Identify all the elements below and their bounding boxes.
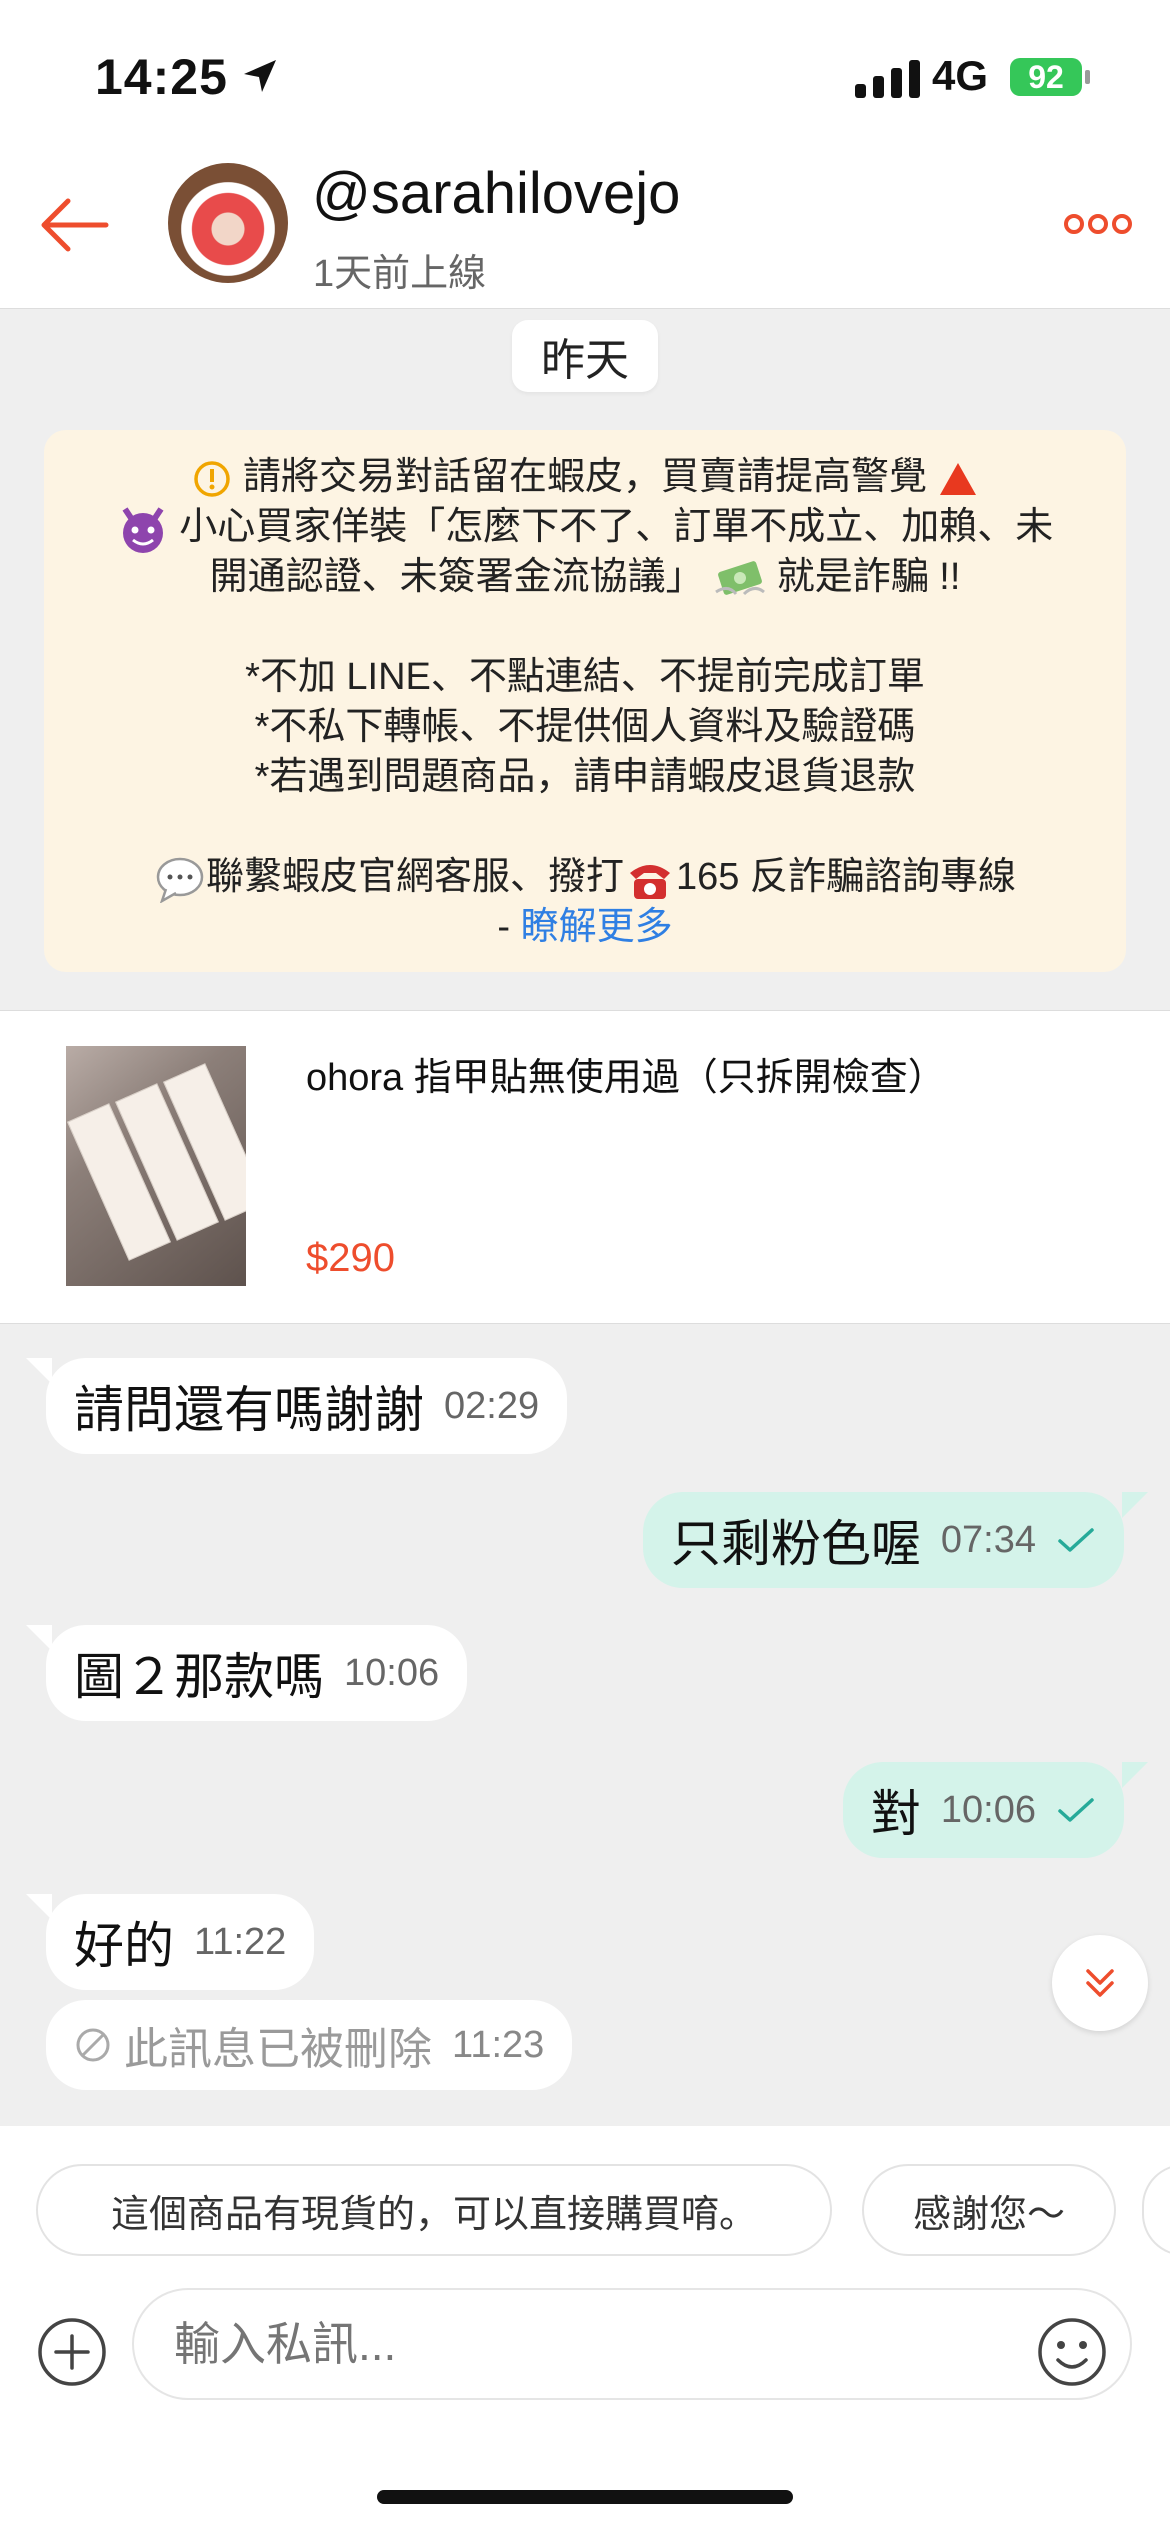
warning-circle-icon (194, 461, 231, 497)
product-image[interactable] (66, 1046, 246, 1286)
bubble-tail (26, 1625, 52, 1651)
message-input[interactable] (132, 2288, 1132, 2400)
battery-tip (1085, 70, 1090, 84)
quick-reply-chip[interactable]: 感謝您～ (862, 2164, 1116, 2256)
bubble-tail (1122, 1762, 1148, 1788)
avatar[interactable] (168, 163, 288, 283)
warning-line-3-end: 就是詐騙 !! (776, 556, 961, 598)
message-time: 10:06 (344, 1651, 440, 1694)
message-bubble-incoming[interactable]: 好的 11:22 (46, 1894, 315, 1990)
message-time: 07:34 (940, 1518, 1036, 1561)
bubble-tail (1122, 1492, 1148, 1518)
date-separator: 昨天 (512, 320, 658, 392)
network-type: 4G (932, 52, 989, 99)
scam-warning-card: 請將交易對話留在蝦皮，買賣請提高警覺 小心買家佯裝「怎麼下不了、訂單不成立、加賴… (44, 430, 1126, 972)
back-arrow-icon[interactable] (38, 195, 110, 260)
more-options-icon[interactable] (1062, 210, 1134, 243)
message-text: 請問還有嗎謝謝 (74, 1382, 424, 1438)
message-text: 圖２那款嗎 (74, 1649, 324, 1705)
message-text: 只剩粉色喔 (670, 1516, 921, 1572)
message-text: 好的 (74, 1918, 174, 1974)
red-triangle-icon (939, 462, 976, 495)
deleted-message-bubble[interactable]: 此訊息已被刪除 11:23 (46, 2000, 573, 2090)
warning-tip-2: *不私下轉帳、不提供個人資料及驗證碼 (254, 706, 916, 748)
blocked-icon (76, 2028, 110, 2062)
message-text: 對 (870, 1786, 921, 1842)
message-text: 此訊息已被刪除 (124, 2025, 432, 2074)
message-time: 11:23 (452, 2023, 545, 2066)
product-price: $290 (306, 1236, 395, 1280)
warning-tip-3: *若遇到問題商品，請申請蝦皮退貨退款 (254, 756, 916, 798)
money-wings-icon (715, 561, 766, 596)
message-bubble-outgoing[interactable]: 只剩粉色喔 07:34 (642, 1492, 1124, 1588)
warning-tip-1: *不加 LINE、不點連結、不提前完成訂單 (245, 656, 925, 698)
location-arrow-icon (240, 56, 280, 101)
devil-face-icon (122, 507, 164, 553)
home-indicator (377, 2490, 793, 2504)
warning-line-2: 小心買家佯裝「怎麼下不了、訂單不成立、加賴、未 (179, 506, 1054, 548)
speech-bubble-icon (156, 857, 204, 903)
quick-reply-chip[interactable]: 這個商品有現貨的，可以直接購買唷。 (36, 2164, 832, 2256)
telephone-icon (630, 864, 671, 899)
message-bubble-outgoing[interactable]: 對 10:06 (842, 1762, 1124, 1858)
last-seen-status: 1天前上線 (313, 253, 487, 295)
scroll-to-bottom-button[interactable] (1052, 1935, 1148, 2031)
message-bubble-incoming[interactable]: 圖２那款嗎 10:06 (46, 1625, 468, 1721)
message-time: 10:06 (940, 1788, 1036, 1831)
warning-hotline: 165 反詐騙諮詢專線 (676, 856, 1016, 898)
message-time: 02:29 (444, 1384, 540, 1427)
chat-username[interactable]: @sarahilovejo (312, 160, 680, 227)
warning-line-3: 開通認證、未簽署金流協議」 (209, 556, 704, 598)
bubble-tail (26, 1894, 52, 1920)
learn-more-link[interactable]: 瞭解更多 (521, 906, 673, 948)
bubble-tail (26, 1358, 52, 1384)
emoji-smile-icon[interactable] (1034, 2314, 1110, 2395)
battery-icon: 92 (1010, 58, 1082, 96)
warning-line-1: 請將交易對話留在蝦皮，買賣請提高警覺 (242, 456, 927, 498)
read-check-icon (1058, 1798, 1094, 1822)
warning-link-prefix: - (497, 906, 521, 948)
battery-level: 92 (1028, 58, 1064, 95)
read-check-icon (1058, 1528, 1094, 1552)
product-title: ohora 指甲貼無使用過（只拆開檢查） (306, 1057, 946, 1099)
message-time: 11:22 (194, 1920, 287, 1963)
double-chevron-down-icon (1086, 1969, 1114, 1997)
message-bubble-incoming[interactable]: 請問還有嗎謝謝 02:29 (46, 1358, 568, 1454)
signal-icon (855, 60, 920, 98)
status-time: 14:25 (95, 49, 228, 105)
warning-contact: 聯繫蝦皮官網客服、撥打 (206, 856, 625, 898)
add-attachment-icon[interactable] (34, 2314, 110, 2395)
